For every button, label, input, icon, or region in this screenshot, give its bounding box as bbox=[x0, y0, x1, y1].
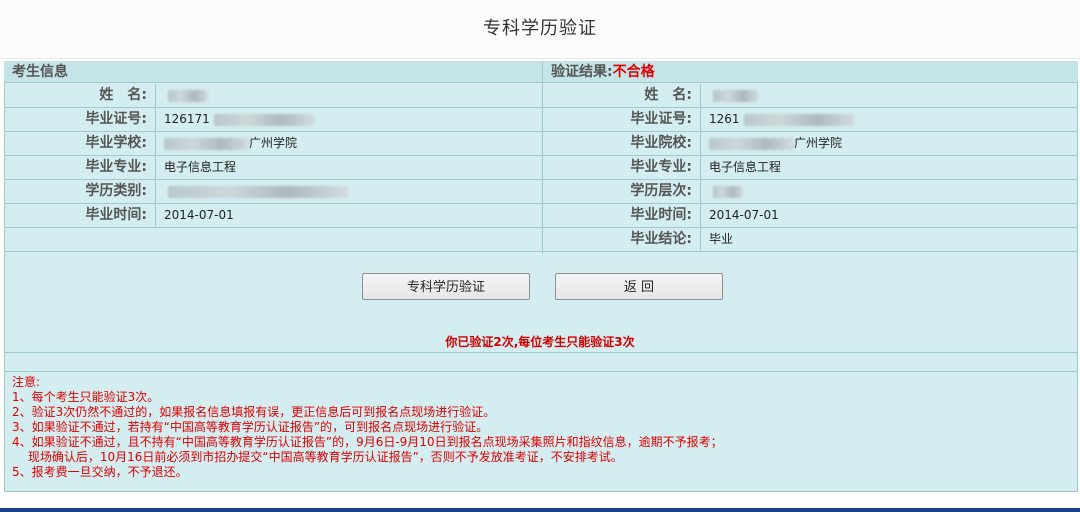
field-label: 毕业证号: bbox=[4, 108, 156, 131]
info-row: 毕业院校: 广州学院 bbox=[542, 132, 1078, 156]
info-row: 毕业专业: 电子信息工程 bbox=[4, 156, 542, 180]
info-row: 姓 名: bbox=[542, 84, 1078, 108]
field-value-text: 2014-07-01 bbox=[164, 208, 234, 222]
info-row: 学历类别: bbox=[4, 180, 542, 204]
field-label: 姓 名: bbox=[543, 84, 701, 107]
field-label: 毕业时间: bbox=[543, 204, 701, 227]
note-item: 现场确认后，10月16日前必须到市招办提交“中国高等教育学历认证报告”，否则不予… bbox=[12, 450, 623, 464]
info-row: 毕业时间: 2014-07-01 bbox=[4, 204, 542, 228]
note-item: 5、报考费一旦交纳，不予退还。 bbox=[12, 465, 188, 479]
field-value-text: 电子信息工程 bbox=[164, 160, 237, 174]
field-label: 毕业时间: bbox=[4, 204, 156, 227]
info-row: 毕业证号: 1261 bbox=[542, 108, 1078, 132]
field-label: 学历类别: bbox=[4, 180, 156, 203]
redacted-text bbox=[709, 137, 794, 150]
field-value: 广州学院 bbox=[156, 132, 297, 155]
notes-title: 注意: bbox=[12, 375, 41, 389]
candidate-info-header: 考生信息 bbox=[4, 61, 542, 83]
field-label: 毕业专业: bbox=[543, 156, 701, 179]
note-item: 1、每个考生只能验证3次。 bbox=[12, 390, 160, 404]
footer-bar bbox=[0, 508, 1080, 512]
field-value: 2014-07-01 bbox=[701, 204, 779, 227]
redacted-text bbox=[168, 89, 208, 102]
note-item: 4、如果验证不通过，且不持有“中国高等教育学历认证报告”的，9月6日-9月10日… bbox=[12, 435, 723, 449]
field-label: 毕业院校: bbox=[543, 132, 701, 155]
field-value: 126171 bbox=[156, 108, 314, 131]
redacted-text bbox=[164, 137, 249, 150]
field-value: 电子信息工程 bbox=[156, 156, 236, 179]
redacted-text bbox=[713, 89, 758, 102]
notes-section: 注意: 1、每个考生只能验证3次。 2、验证3次仍然不通过的，如果报名信息填报有… bbox=[12, 375, 723, 480]
info-row: 毕业学校: 广州学院 bbox=[4, 132, 542, 156]
field-value-text: 2014-07-01 bbox=[709, 208, 779, 222]
field-value-text: 广州学院 bbox=[794, 136, 843, 150]
attempts-warning: 你已验证2次,每位考生只能验证3次 bbox=[445, 335, 635, 349]
verify-result-value: 不合格 bbox=[612, 64, 655, 80]
field-value-text: 126171 bbox=[164, 112, 210, 126]
field-value bbox=[156, 84, 208, 107]
verify-result-header: 验证结果:不合格 bbox=[542, 61, 1078, 83]
field-label: 毕业学校: bbox=[4, 132, 156, 155]
field-value-text: 电子信息工程 bbox=[709, 160, 782, 174]
field-label: 毕业证号: bbox=[543, 108, 701, 131]
section-divider bbox=[4, 352, 1078, 353]
candidate-info-title: 考生信息 bbox=[12, 64, 68, 80]
redacted-text bbox=[713, 185, 743, 198]
page-title: 专科学历验证 bbox=[483, 18, 597, 39]
field-value: 2014-07-01 bbox=[156, 204, 234, 227]
field-value bbox=[701, 84, 758, 107]
field-value: 广州学院 bbox=[701, 132, 842, 155]
back-button[interactable]: 返 回 bbox=[555, 273, 723, 300]
field-label: 学历层次: bbox=[543, 180, 701, 203]
redacted-text bbox=[213, 113, 314, 126]
info-row-empty bbox=[4, 228, 542, 252]
redacted-text bbox=[743, 113, 854, 126]
section-divider bbox=[4, 371, 1078, 372]
verify-button[interactable]: 专科学历验证 bbox=[362, 273, 530, 300]
column-divider bbox=[542, 61, 543, 254]
field-label: 姓 名: bbox=[4, 84, 156, 107]
field-value-text: 广州学院 bbox=[249, 136, 298, 150]
verify-result-label: 验证结果: bbox=[551, 64, 613, 80]
title-bar: 专科学历验证 bbox=[0, 0, 1080, 59]
field-value bbox=[701, 180, 743, 203]
info-row: 学历层次: bbox=[542, 180, 1078, 204]
field-value bbox=[156, 180, 348, 203]
note-item: 2、验证3次仍然不通过的，如果报名信息填报有误，更正信息后可到报名点现场进行验证… bbox=[12, 405, 496, 419]
field-value: 1261 bbox=[701, 108, 854, 131]
field-label: 毕业结论: bbox=[543, 228, 701, 251]
info-row: 毕业证号: 126171 bbox=[4, 108, 542, 132]
info-row: 毕业结论: 毕业 bbox=[542, 228, 1078, 252]
field-value-text: 1261 bbox=[709, 112, 740, 126]
redacted-text bbox=[168, 185, 348, 198]
info-row: 毕业专业: 电子信息工程 bbox=[542, 156, 1078, 180]
info-row: 姓 名: bbox=[4, 84, 542, 108]
field-value: 电子信息工程 bbox=[701, 156, 781, 179]
field-value: 毕业 bbox=[701, 228, 733, 251]
field-label: 毕业专业: bbox=[4, 156, 156, 179]
info-row: 毕业时间: 2014-07-01 bbox=[542, 204, 1078, 228]
field-value-text: 毕业 bbox=[709, 232, 734, 246]
note-item: 3、如果验证不通过，若持有“中国高等教育学历认证报告”的，可到报名点现场进行验证… bbox=[12, 420, 489, 434]
